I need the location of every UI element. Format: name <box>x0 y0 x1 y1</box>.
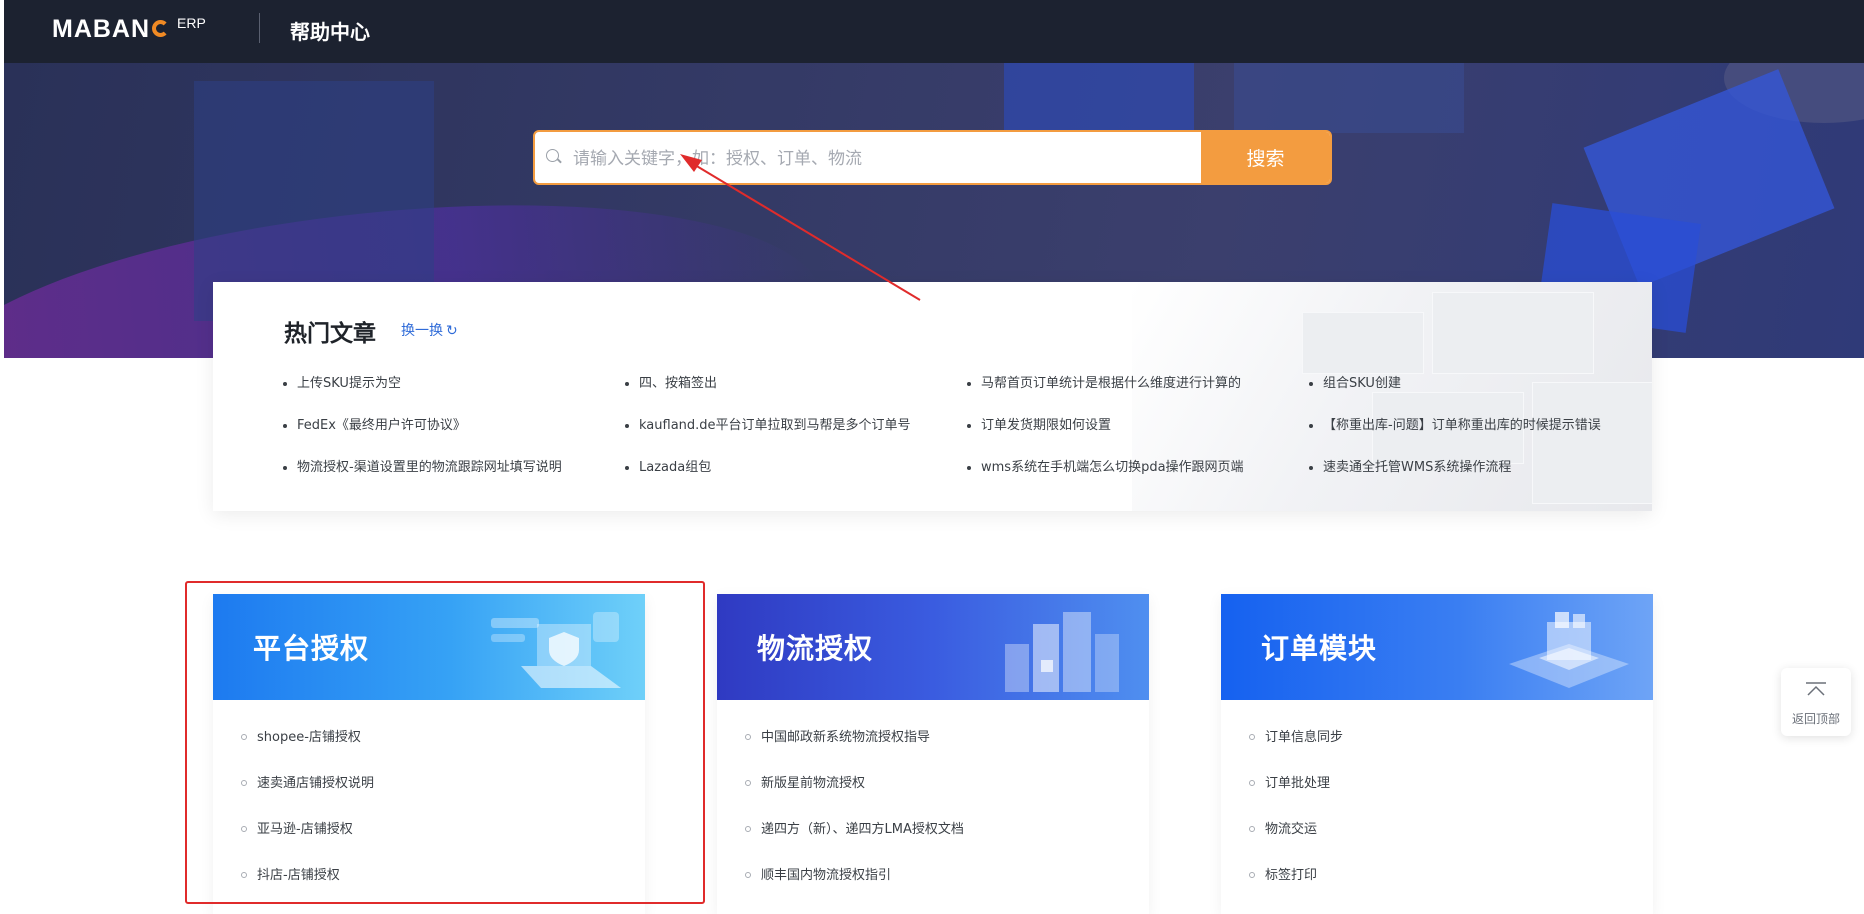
banner-block-shape <box>1234 63 1464 133</box>
category-article-link[interactable]: shopee-店铺授权 <box>241 728 374 774</box>
category-card-platform: 平台授权 shopee-店铺授权 速卖通店铺授权说明 亚马逊-店铺授权 抖店-店… <box>213 594 645 914</box>
category-article-link[interactable]: 中国邮政新系统物流授权指导 <box>745 728 964 774</box>
category-article-link[interactable]: 订单信息同步 <box>1249 728 1343 774</box>
category-article-list: shopee-店铺授权 速卖通店铺授权说明 亚马逊-店铺授权 抖店-店铺授权 <box>241 728 374 912</box>
category-article-link[interactable]: 物流交运 <box>1249 820 1343 866</box>
category-article-link[interactable]: 新版星前物流授权 <box>745 774 964 820</box>
search-input[interactable] <box>571 132 1135 183</box>
refresh-button[interactable]: 换一换 ↻ <box>401 320 458 340</box>
hot-article-link[interactable]: 组合SKU创建 <box>1309 374 1643 394</box>
category-article-link[interactable]: 亚马逊-店铺授权 <box>241 820 374 866</box>
hot-article-link[interactable]: kaufland.de平台订单拉取到马帮是多个订单号 <box>625 416 967 436</box>
shield-laptop-illustration <box>491 612 621 688</box>
category-article-link[interactable]: 速卖通店铺授权说明 <box>241 774 374 820</box>
refresh-label: 换一换 <box>401 323 443 339</box>
category-header[interactable]: 物流授权 <box>717 594 1149 700</box>
hot-article-link[interactable]: 物流授权-渠道设置里的物流跟踪网址填写说明 <box>283 458 625 478</box>
category-header[interactable]: 平台授权 <box>213 594 645 700</box>
hot-article-link[interactable]: FedEx《最终用户许可协议》 <box>283 416 625 436</box>
logo-ring-icon <box>152 20 170 37</box>
category-title: 物流授权 <box>757 632 874 665</box>
banner-block-shape <box>1004 63 1194 133</box>
back-to-top-button[interactable]: 返回顶部 <box>1781 668 1851 736</box>
category-card-logistics: 物流授权 中国邮政新系统物流授权指导 新版星前物流授权 递四方（新）、递四方LM… <box>717 594 1149 914</box>
hot-articles-title: 热门文章 <box>284 321 376 347</box>
hot-article-link[interactable]: 速卖通全托管WMS系统操作流程 <box>1309 458 1643 478</box>
category-card-orders: 订单模块 订单信息同步 订单批处理 物流交运 标签打印 <box>1221 594 1653 914</box>
category-header[interactable]: 订单模块 <box>1221 594 1653 700</box>
category-article-link[interactable]: 顺丰国内物流授权指引 <box>745 866 964 912</box>
building-illustration <box>1005 612 1119 692</box>
category-title: 订单模块 <box>1261 632 1378 665</box>
search-button[interactable]: 搜索 <box>1201 132 1330 183</box>
hot-article-link[interactable]: 【称重出库-问题】订单称重出库的时候提示错误 <box>1309 416 1643 436</box>
order-box-illustration <box>1509 612 1629 688</box>
category-article-list: 中国邮政新系统物流授权指导 新版星前物流授权 递四方（新）、递四方LMA授权文档… <box>745 728 964 912</box>
category-article-link[interactable]: 抖店-店铺授权 <box>241 866 374 912</box>
back-to-top-label: 返回顶部 <box>1791 712 1840 726</box>
refresh-icon: ↻ <box>446 323 458 339</box>
top-navbar: MABAN ERP 帮助中心 <box>4 0 1864 63</box>
hot-article-link[interactable]: 四、按箱签出 <box>625 374 967 394</box>
category-article-link[interactable]: 标签打印 <box>1249 866 1343 912</box>
search-icon <box>546 149 559 162</box>
search-bar: 搜索 <box>533 130 1332 185</box>
hot-article-link[interactable]: wms系统在手机端怎么切换pda操作跟网页端 <box>967 458 1309 478</box>
hot-article-link[interactable]: 订单发货期限如何设置 <box>967 416 1309 436</box>
hot-article-link[interactable]: 马帮首页订单统计是根据什么维度进行计算的 <box>967 374 1309 394</box>
hot-articles-list: 上传SKU提示为空 四、按箱签出 马帮首页订单统计是根据什么维度进行计算的 组合… <box>283 374 1643 478</box>
mabang-logo[interactable]: MABAN ERP <box>52 15 206 44</box>
arrow-up-icon <box>1806 682 1826 696</box>
category-article-link[interactable]: 订单批处理 <box>1249 774 1343 820</box>
logo-erp-label: ERP <box>177 15 206 31</box>
category-article-link[interactable]: 递四方（新）、递四方LMA授权文档 <box>745 820 964 866</box>
hot-articles-panel: 热门文章 换一换 ↻ 上传SKU提示为空 四、按箱签出 马帮首页订单统计是根据什么… <box>213 282 1652 511</box>
page-title[interactable]: 帮助中心 <box>290 16 370 45</box>
logo-text: MABAN <box>52 15 151 43</box>
category-article-list: 订单信息同步 订单批处理 物流交运 标签打印 <box>1249 728 1343 912</box>
nav-divider <box>259 13 260 43</box>
hot-article-link[interactable]: 上传SKU提示为空 <box>283 374 625 394</box>
hot-article-link[interactable]: Lazada组包 <box>625 458 967 478</box>
category-title: 平台授权 <box>253 632 370 665</box>
